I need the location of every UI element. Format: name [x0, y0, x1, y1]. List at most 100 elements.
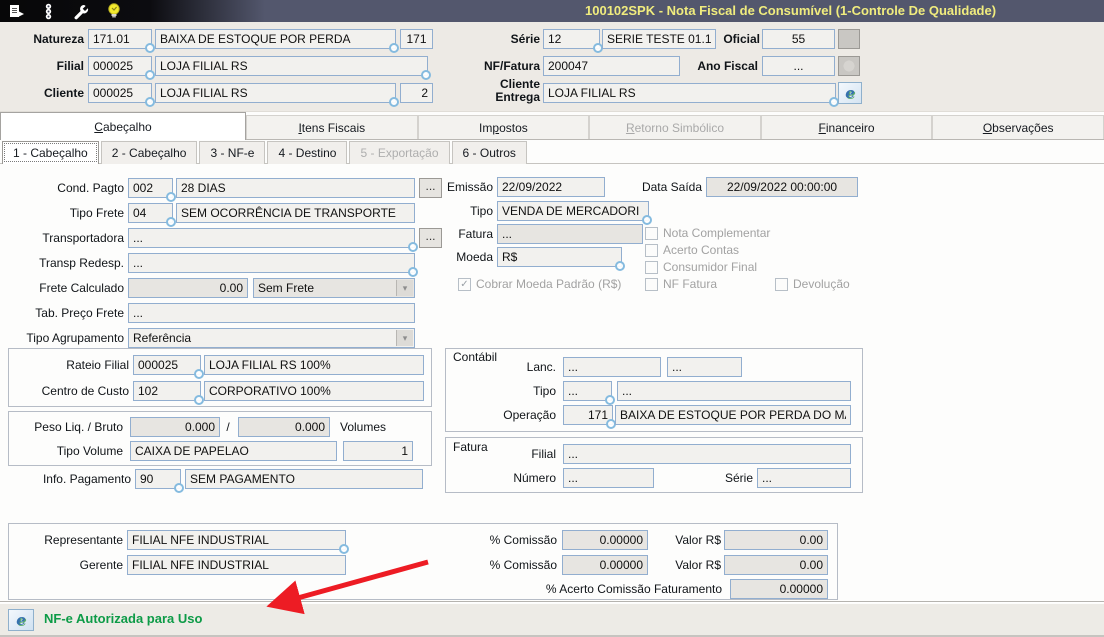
- moeda-field[interactable]: R$: [497, 247, 625, 271]
- lanc-field-1[interactable]: ...: [563, 357, 661, 377]
- serie-code-field[interactable]: 12: [543, 29, 603, 53]
- subtab-6-outros[interactable]: 6 - Outros: [451, 141, 527, 164]
- valor-1-field[interactable]: 0.00: [724, 530, 828, 550]
- fatura-filial-field[interactable]: ...: [563, 444, 851, 464]
- oficial-field[interactable]: 55: [762, 29, 835, 49]
- tab-financeiro[interactable]: Financeiro: [760, 115, 933, 140]
- tab-impostos[interactable]: Im p ostos: [417, 115, 590, 140]
- natureza-code-field[interactable]: 171.01: [88, 29, 155, 53]
- subtab-1-cabecalho[interactable]: 1 - Cabeçalho: [2, 141, 99, 164]
- cond-pagto-code-field[interactable]: 002: [128, 178, 176, 202]
- filial-desc-value: LOJA FILIAL RS: [160, 59, 248, 73]
- subtab-4-destino[interactable]: 4 - Destino: [267, 141, 348, 164]
- checkbox-nf-fatura[interactable]: NF Fatura: [645, 277, 717, 291]
- peso-liquido-field[interactable]: 0.000: [130, 417, 220, 437]
- operacao-code-field[interactable]: 171: [563, 405, 616, 429]
- serie-code-value: 12: [548, 32, 562, 46]
- info-pagamento-desc-field[interactable]: SEM PAGAMENTO: [185, 469, 423, 489]
- centro-custo-code-field[interactable]: 102: [133, 381, 204, 405]
- checkbox-nota-complementar[interactable]: Nota Complementar: [645, 226, 770, 240]
- traffic-light-icon[interactable]: [41, 3, 56, 20]
- data-saida-value: 22/09/2022 00:00:00: [726, 180, 838, 194]
- cliente-desc-field[interactable]: LOJA FILIAL RS: [155, 83, 399, 107]
- chevron-down-icon[interactable]: ▾: [396, 330, 413, 346]
- wrench-icon[interactable]: [72, 3, 89, 20]
- contabil-tipo-field-2[interactable]: ...: [617, 381, 851, 401]
- fatura-numero-field[interactable]: ...: [563, 468, 654, 488]
- info-pagamento-code-field[interactable]: 90: [135, 469, 184, 493]
- pct-comissao-2-field[interactable]: 0.00000: [562, 555, 648, 575]
- representante-field[interactable]: FILIAL NFE INDUSTRIAL: [127, 530, 349, 554]
- checkbox-cobrar-moeda-padrao[interactable]: ✓ Cobrar Moeda Padrão (R$): [458, 277, 621, 291]
- ano-fiscal-button[interactable]: [838, 56, 860, 76]
- checkbox-label: Devolução: [793, 277, 850, 291]
- acerto-comissao-field[interactable]: 0.00000: [730, 579, 828, 599]
- valor-2-field[interactable]: 0.00: [724, 555, 828, 575]
- report-export-icon[interactable]: [8, 3, 25, 20]
- frete-modo-combobox[interactable]: Sem Frete ▾: [253, 278, 415, 298]
- checkbox-unchecked-icon[interactable]: [645, 260, 658, 274]
- cond-pagto-desc-value: 28 DIAS: [181, 181, 226, 195]
- serie-desc-field[interactable]: SERIE TESTE 01.1: [602, 29, 716, 49]
- fatura-serie-field[interactable]: ...: [757, 468, 851, 488]
- tab-itens-fiscais[interactable]: Itens Fiscais: [246, 115, 418, 140]
- tipo-field[interactable]: VENDA DE MERCADORI: [497, 201, 652, 225]
- natureza-desc-field[interactable]: BAIXA DE ESTOQUE POR PERDA: [155, 29, 399, 53]
- checkbox-unchecked-icon[interactable]: [645, 226, 658, 240]
- centro-custo-desc-field[interactable]: CORPORATIVO 100%: [204, 381, 424, 401]
- moeda-value: R$: [502, 250, 518, 264]
- transp-redesp-field[interactable]: ...: [128, 253, 418, 277]
- checkbox-consumidor-final[interactable]: Consumidor Final: [645, 260, 757, 274]
- pct-comissao-1-field[interactable]: 0.00000: [562, 530, 648, 550]
- checkbox-devolucao[interactable]: Devolução: [775, 277, 850, 291]
- chevron-down-icon[interactable]: ▾: [396, 280, 413, 296]
- tab-cabecalho[interactable]: Cabeçalho: [0, 112, 246, 140]
- contabil-tipo-field-1[interactable]: ...: [563, 381, 615, 405]
- tipo-frete-code-field[interactable]: 04: [128, 203, 176, 227]
- cliente-loja-field[interactable]: 2: [400, 83, 433, 103]
- checkbox-unchecked-icon[interactable]: [645, 243, 658, 257]
- volumes-qty-field[interactable]: 1: [343, 441, 413, 461]
- fatura-field[interactable]: ...: [497, 224, 643, 244]
- checkbox-checked-icon[interactable]: ✓: [458, 277, 471, 291]
- filial-desc-field[interactable]: LOJA FILIAL RS: [155, 56, 431, 80]
- subtab-3-nfe[interactable]: 3 - NF-e: [199, 141, 266, 164]
- tab-preco-frete-field[interactable]: ...: [128, 303, 415, 323]
- nfe-logo-button[interactable]: e: [838, 82, 862, 104]
- rateio-filial-desc-field[interactable]: LOJA FILIAL RS 100%: [204, 355, 424, 375]
- tipo-volume-field[interactable]: CAIXA DE PAPELAO: [130, 441, 337, 461]
- peso-bruto-field[interactable]: 0.000: [238, 417, 330, 437]
- cond-pagto-desc-field[interactable]: 28 DIAS: [176, 178, 415, 198]
- lookup-icon: [615, 261, 625, 271]
- checkbox-acerto-contas[interactable]: Acerto Contas: [645, 243, 739, 257]
- tipo-frete-desc-field[interactable]: SEM OCORRÊNCIA DE TRANSPORTE: [176, 203, 415, 223]
- checkbox-unchecked-icon[interactable]: [645, 277, 658, 291]
- transportadora-field[interactable]: ...: [128, 228, 418, 252]
- operacao-desc-field[interactable]: BAIXA DE ESTOQUE POR PERDA DO MA: [615, 405, 851, 425]
- lightbulb-icon[interactable]: [105, 2, 123, 20]
- lookup-icon: [174, 483, 184, 493]
- cliente-code-field[interactable]: 000025: [88, 83, 155, 107]
- tab-observacoes[interactable]: Observações: [932, 115, 1104, 140]
- cliente-code-value: 000025: [93, 86, 134, 100]
- frete-calculado-field[interactable]: 0.00: [128, 278, 248, 298]
- status-message: NF-e Autorizada para Uso: [44, 611, 203, 626]
- status-separator: [0, 601, 1104, 603]
- cliente-entrega-field[interactable]: LOJA FILIAL RS: [543, 83, 839, 107]
- data-saida-field[interactable]: 22/09/2022 00:00:00: [706, 177, 858, 197]
- lookup-icon: [145, 43, 155, 53]
- fatura-filial-value: ...: [568, 447, 579, 461]
- filial-code-field[interactable]: 000025: [88, 56, 155, 80]
- lanc-field-2[interactable]: ...: [667, 357, 742, 377]
- ano-fiscal-field[interactable]: ...: [762, 56, 835, 76]
- centro-custo-desc-value: CORPORATIVO 100%: [209, 384, 331, 398]
- natureza-cfop-field[interactable]: 171: [400, 29, 433, 49]
- emissao-field[interactable]: 22/09/2022: [497, 177, 605, 197]
- nf-fatura-field[interactable]: 200047: [543, 56, 680, 76]
- oficial-button[interactable]: [838, 29, 860, 49]
- lanc-label: Lanc.: [526, 360, 556, 374]
- tipo-agrupamento-combobox[interactable]: Referência ▾: [128, 328, 415, 348]
- checkbox-unchecked-icon[interactable]: [775, 277, 788, 291]
- subtab-2-cabecalho[interactable]: 2 - Cabeçalho: [100, 141, 198, 164]
- rateio-filial-code-field[interactable]: 000025: [133, 355, 204, 379]
